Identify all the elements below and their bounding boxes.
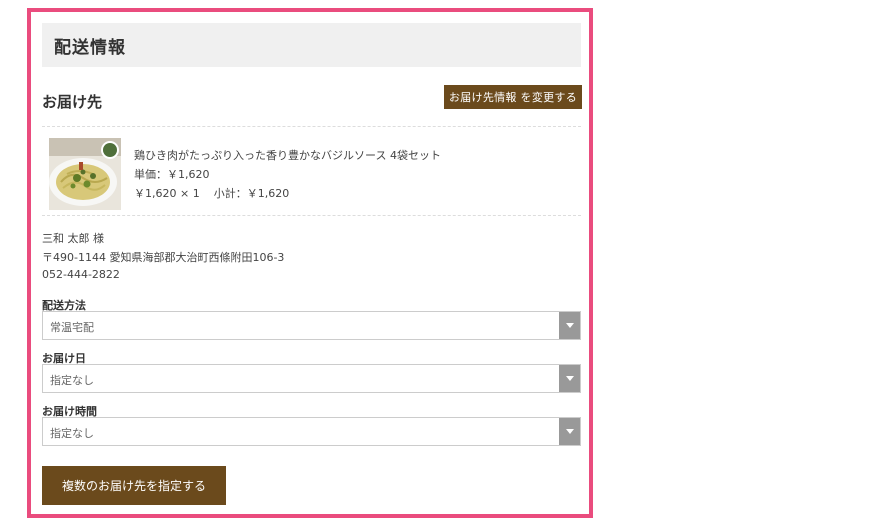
product-subtotal: 小計：￥1,620 [213,187,290,200]
chevron-down-icon [559,365,580,392]
delivery-time-value: 指定なし [50,427,94,440]
pasta-image-icon [49,138,121,210]
product-qty-line: ￥1,620 × 1 [134,187,200,200]
delivery-date-value: 指定なし [50,374,94,387]
destination-title: お届け先 [42,93,103,111]
change-destination-button[interactable]: お届け先情報 を変更する [444,85,582,109]
section-header: 配送情報 [42,23,581,67]
recipient-name: 三和 太郎 様 [42,232,104,245]
product-qty-subtotal: ￥1,620 × 1 小計：￥1,620 [134,185,289,201]
product-unit-price: 単価：￥1,620 [134,168,210,181]
multiple-destinations-button[interactable]: 複数のお届け先を指定する [42,466,226,505]
shipping-info-panel: 配送情報 お届け先 お届け先情報 を変更する 鶏ひき肉がたっぷり入った香り豊かな… [27,8,593,518]
product-row: 鶏ひき肉がたっぷり入った香り豊かなバジルソース 4袋セット 単価：￥1,620 … [42,134,581,212]
divider [42,126,581,127]
divider [42,215,581,216]
delivery-date-select[interactable]: 指定なし [42,364,581,393]
product-image[interactable] [49,138,121,210]
product-name[interactable]: 鶏ひき肉がたっぷり入った香り豊かなバジルソース 4袋セット [134,147,441,163]
shipping-method-select[interactable]: 常温宅配 [42,311,581,340]
section-title: 配送情報 [54,37,126,58]
shipping-method-value: 常温宅配 [50,321,94,334]
recipient-address: 〒490-1144 愛知県海部郡大治町西條附田106-3 [42,251,285,264]
chevron-down-icon [559,312,580,339]
delivery-time-select[interactable]: 指定なし [42,417,581,446]
chevron-down-icon [559,418,580,445]
recipient-phone: 052-444-2822 [42,268,120,281]
